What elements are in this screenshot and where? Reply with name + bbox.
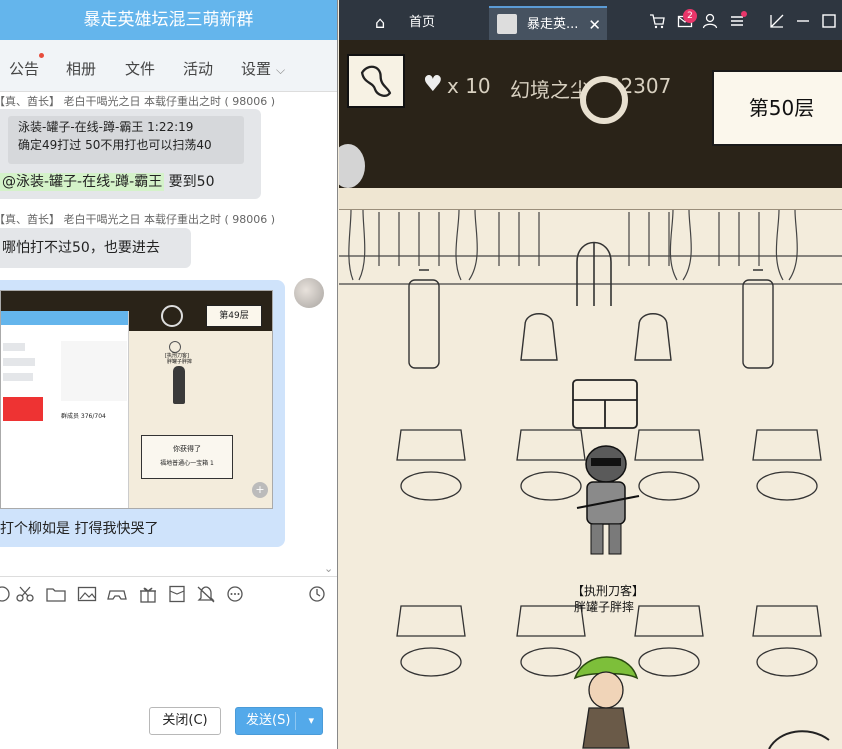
thumb-message <box>3 373 33 381</box>
send-button[interactable]: 发送(S) ▾ <box>235 707 323 735</box>
thumb-spinner-icon <box>161 305 183 327</box>
send-options-dropdown[interactable]: ▾ <box>308 708 314 734</box>
thumb-floor-label: 第49层 <box>206 305 262 327</box>
message-text: @泳装-罐子-在线-蹲-霸王 要到50 <box>0 171 214 191</box>
heart-icon: ♥ <box>423 72 443 97</box>
new-indicator-dot <box>39 53 45 58</box>
thumb-message <box>3 343 25 351</box>
round-door <box>576 241 612 306</box>
hall-scene <box>339 210 842 749</box>
corner-ornament <box>768 730 830 749</box>
game-favicon-icon <box>497 14 517 34</box>
ceiling-beam <box>339 188 842 210</box>
group-tab-bar: 公告 相册 文件 活动 设置 ⌵ <box>0 40 337 92</box>
history-clock-icon[interactable] <box>307 585 327 603</box>
notification-badge: 2 <box>683 9 697 23</box>
message-bubble: 哪怕打不过50，也要进去 <box>0 228 191 268</box>
npc-title: 【执刑刀客】 <box>572 584 645 598</box>
avatar[interactable] <box>294 278 324 308</box>
image-icon[interactable] <box>77 585 97 603</box>
side-app-icon[interactable] <box>339 144 365 188</box>
game-hud: 60 ♥ x 10 幻境之尘 132307 第50层 <box>339 40 842 188</box>
quote-text: 确定49打过 50不用打也可以扫荡40 <box>18 138 212 152</box>
hearts-count: x 10 <box>447 74 491 98</box>
player-portrait[interactable] <box>347 54 405 108</box>
armored-npc <box>576 445 640 555</box>
thumb-title-bar <box>1 311 128 325</box>
floor-indicator: 第50层 <box>712 70 842 146</box>
screenshot-thumbnail[interactable]: 第49层 群成员 376/704 [执刑刀客] 胖罐子胖摔 你获得了 福地普通心… <box>0 290 273 509</box>
cart-icon[interactable] <box>649 13 665 29</box>
chat-window-title: 暴走英雄坛混三萌新群 <box>0 0 337 40</box>
input-toolbar <box>0 576 337 610</box>
qq-group-window: 暴走英雄坛混三萌新群 公告 相册 文件 活动 设置 ⌵ 【真、酋长】 老白干喝光之… <box>0 0 338 749</box>
thumb-reward-title: 你获得了 <box>173 445 201 453</box>
thumb-notice-panel <box>61 341 127 401</box>
minimize-icon[interactable] <box>795 13 811 29</box>
tab-settings[interactable]: 设置 ⌵ <box>241 58 285 79</box>
thumb-game-scene: [执刑刀客] 胖罐子胖摔 你获得了 福地普通心一宝箱 1 + <box>129 331 272 508</box>
thumb-message <box>3 358 35 366</box>
tab-label: 首页 <box>409 15 436 30</box>
menu-dot <box>741 11 747 17</box>
game-browser-window: ⌂ 首页 暴走英... ✕ 2 60 ♥ x 10 幻境之尘 132307 <box>339 0 842 749</box>
thumb-reward-item: 福地普通心一宝箱 1 <box>160 460 214 467</box>
scissors-icon[interactable] <box>15 585 35 603</box>
close-button[interactable]: 关闭(C) <box>149 707 221 735</box>
gift-icon[interactable] <box>138 585 158 603</box>
user-icon[interactable] <box>702 13 718 29</box>
red-packet-icon[interactable] <box>167 585 187 603</box>
tab-game[interactable]: 暴走英... ✕ <box>489 6 607 40</box>
thumb-red-packet <box>3 397 43 421</box>
scroll-down-icon[interactable]: ⌄ <box>324 562 333 572</box>
treasure-chest <box>572 379 638 429</box>
tab-label: 设置 <box>241 60 272 78</box>
thumb-npc-figure <box>173 366 185 404</box>
player-character <box>573 656 639 749</box>
tab-files[interactable]: 文件 <box>125 58 155 79</box>
thumb-member-header: 群成员 376/704 <box>61 413 106 420</box>
emoji-icon[interactable] <box>0 585 14 603</box>
thumb-qq-window: 群成员 376/704 <box>1 311 129 508</box>
more-options-icon[interactable] <box>225 585 245 603</box>
curtains <box>339 210 842 285</box>
image-caption: 打个柳如是 打得我快哭了 <box>0 521 159 537</box>
thumb-reward-dialog: 你获得了 福地普通心一宝箱 1 <box>141 435 233 479</box>
tab-home[interactable]: ⌂ 首页 <box>369 6 489 40</box>
thumb-npc-name: 胖罐子胖摔 <box>167 359 193 365</box>
spinner-ring-icon <box>580 76 628 124</box>
tab-album[interactable]: 相册 <box>66 58 96 79</box>
message-sender: 【真、酋长】 老白干喝光之日 本载仔重出之时 ( 98006 ) <box>0 213 276 226</box>
mention-tag[interactable]: @泳装-罐子-在线-蹲-霸王 <box>0 173 165 191</box>
thumb-ring-icon <box>169 341 181 353</box>
home-icon: ⌂ <box>375 13 386 32</box>
send-label: 发送(S) <box>246 713 291 728</box>
game-canvas[interactable]: 60 ♥ x 10 幻境之尘 132307 第50层 <box>339 40 842 749</box>
message-sender: 【真、酋长】 老白干喝光之日 本载仔重出之时 ( 98006 ) <box>0 95 276 108</box>
tab-announcement[interactable]: 公告 <box>9 53 45 79</box>
maximize-icon[interactable] <box>821 13 837 29</box>
tab-label: 公告 <box>9 60 40 78</box>
tab-activity[interactable]: 活动 <box>183 58 213 79</box>
message-body: 要到50 <box>164 174 215 190</box>
weapon-racks <box>408 269 774 369</box>
chevron-down-icon: ⌵ <box>276 63 286 77</box>
game-controller-icon[interactable] <box>107 585 127 603</box>
notification-off-icon[interactable] <box>196 585 216 603</box>
restore-icon[interactable] <box>769 13 785 29</box>
send-divider <box>295 712 296 730</box>
folder-icon[interactable] <box>46 585 66 603</box>
quoted-message[interactable]: 泳装-罐子-在线-蹲-霸王 1:22:19 确定49打过 50不用打也可以扫荡4… <box>8 116 244 164</box>
browser-tab-bar: ⌂ 首页 暴走英... ✕ 2 <box>339 0 842 40</box>
image-message-bubble: 第49层 群成员 376/704 [执刑刀客] 胖罐子胖摔 你获得了 福地普通心… <box>0 280 285 547</box>
message-list[interactable]: 【真、酋长】 老白干喝光之日 本载仔重出之时 ( 98006 ) 泳装-罐子-在… <box>0 92 337 572</box>
tab-label: 暴走英... <box>527 17 579 32</box>
armor-stands <box>520 313 672 361</box>
message-bubble: 泳装-罐子-在线-蹲-霸王 1:22:19 确定49打过 50不用打也可以扫荡4… <box>0 109 261 199</box>
npc-name: 胖罐子胖摔 <box>574 600 635 614</box>
quote-sender: 泳装-罐子-在线-蹲-霸王 1:22:19 <box>18 120 194 134</box>
zoom-in-icon[interactable]: + <box>252 482 268 498</box>
currency-label: 幻境之尘 <box>510 78 590 102</box>
close-tab-icon[interactable]: ✕ <box>588 8 601 42</box>
